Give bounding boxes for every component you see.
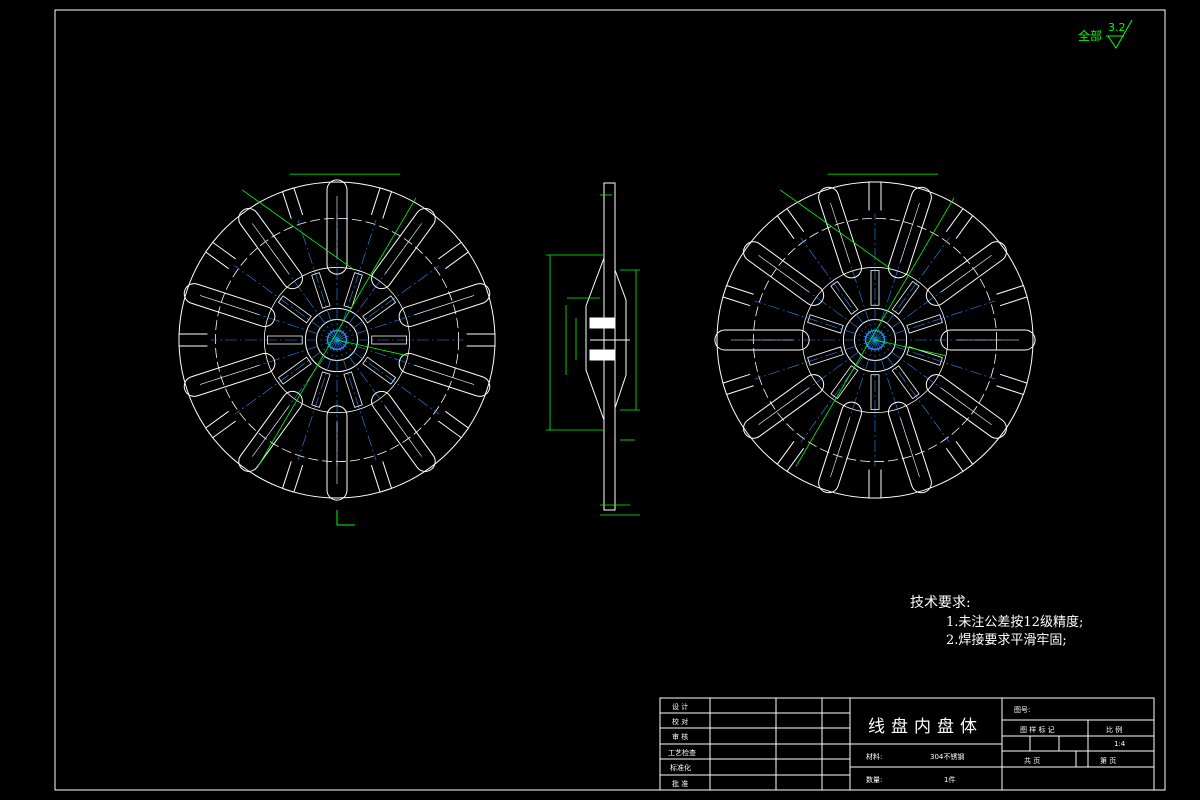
hub-bore-lower [589,349,616,361]
sheet-border [54,9,1166,791]
cad-drawing [54,9,1166,791]
tb-row-review: 审 核 [672,733,689,741]
plate-outline [603,182,616,511]
inner-key [343,371,363,408]
inner-key [807,346,844,366]
requirement-item-2: 2.焊接要求平滑牢固; [946,633,1067,648]
inner-key [807,314,844,334]
inner-key [311,272,331,309]
rim-notch [868,181,882,211]
inner-key [311,371,331,408]
rim-notch [437,410,470,439]
rim-notch [204,410,237,439]
material-label: 材料: [866,753,883,761]
slot-centerline [830,417,850,478]
hub-taper-left [585,257,605,421]
dimension-leader [874,339,947,357]
centerline [336,339,377,461]
slot-centerline [414,365,475,385]
rim-notch [996,373,1028,396]
inner-key [906,346,943,366]
centerline [874,339,996,380]
material-value: 304不锈钢 [930,753,965,761]
drawing-no-label: 图号: [1014,706,1031,714]
rim-notch [204,241,237,270]
tb-row-standard: 标准化 [670,764,691,772]
centerline [874,300,996,341]
tb-row-check: 校 对 [672,718,689,726]
rim-notch [370,187,393,219]
slot-centerline [900,417,920,478]
slot-centerline [414,295,475,315]
rim-notch [868,469,882,499]
hub-bore-upper [589,317,616,329]
sheets-total: 共 页 [1024,757,1041,765]
rim-notch [776,207,805,240]
dimension-leader [336,339,409,357]
rim-notch [996,284,1028,307]
inner-key [277,356,312,385]
centerline [754,339,876,380]
rim-notch [370,461,393,493]
inner-key [906,314,943,334]
centerline [234,265,338,341]
hub-taper-right [614,269,627,409]
quantity-label: 数量: [866,776,883,784]
rim-notch [281,187,304,219]
rim-notch [722,373,754,396]
surface-finish-value: 3.2 [1108,21,1126,34]
inner-key [277,295,312,324]
rim-notch [945,207,974,240]
inner-key [830,280,859,315]
rim-notch [722,284,754,307]
centerline [234,339,338,415]
centerline [297,219,338,341]
inner-key [362,295,397,324]
centerline [874,339,950,443]
rim-notch [281,461,304,493]
technical-requirements-heading: 技术要求: [910,595,971,611]
tb-row-design: 设 计 [672,703,689,711]
part-title: 线盘内盘体 [868,717,983,737]
centerline [336,265,440,341]
slot-centerline [900,202,920,263]
rim-notch [466,333,496,347]
centerline [754,300,876,341]
rim-notch [776,440,805,473]
inner-key [362,356,397,385]
section-side-view [585,182,630,511]
slot-centerline [199,295,260,315]
inner-key [830,365,859,400]
centerline [874,237,950,341]
rear-view-right [714,173,1036,499]
centerline [297,339,338,461]
tb-row-process: 工艺检查 [668,749,696,757]
quantity-value: 1件 [944,776,956,784]
scale-label: 比 例 [1106,726,1123,734]
rim-notch [178,333,208,347]
pattern-mark-label: 图 样 标 记 [1020,726,1055,734]
surface-finish-label: 全部 [1078,29,1103,43]
scale-value: 1:4 [1114,740,1126,748]
inner-key [343,272,363,309]
centerline [800,339,876,443]
requirement-item-1: 1.未注公差按12级精度; [946,615,1084,630]
inner-key [891,365,920,400]
inner-key [891,280,920,315]
slot-centerline [199,365,260,385]
rim-notch [945,440,974,473]
front-view-left [178,173,496,526]
rim-notch [437,241,470,270]
sheet-number: 第 页 [1100,757,1117,765]
centerline [800,237,876,341]
tb-row-approve: 批 准 [672,780,689,788]
